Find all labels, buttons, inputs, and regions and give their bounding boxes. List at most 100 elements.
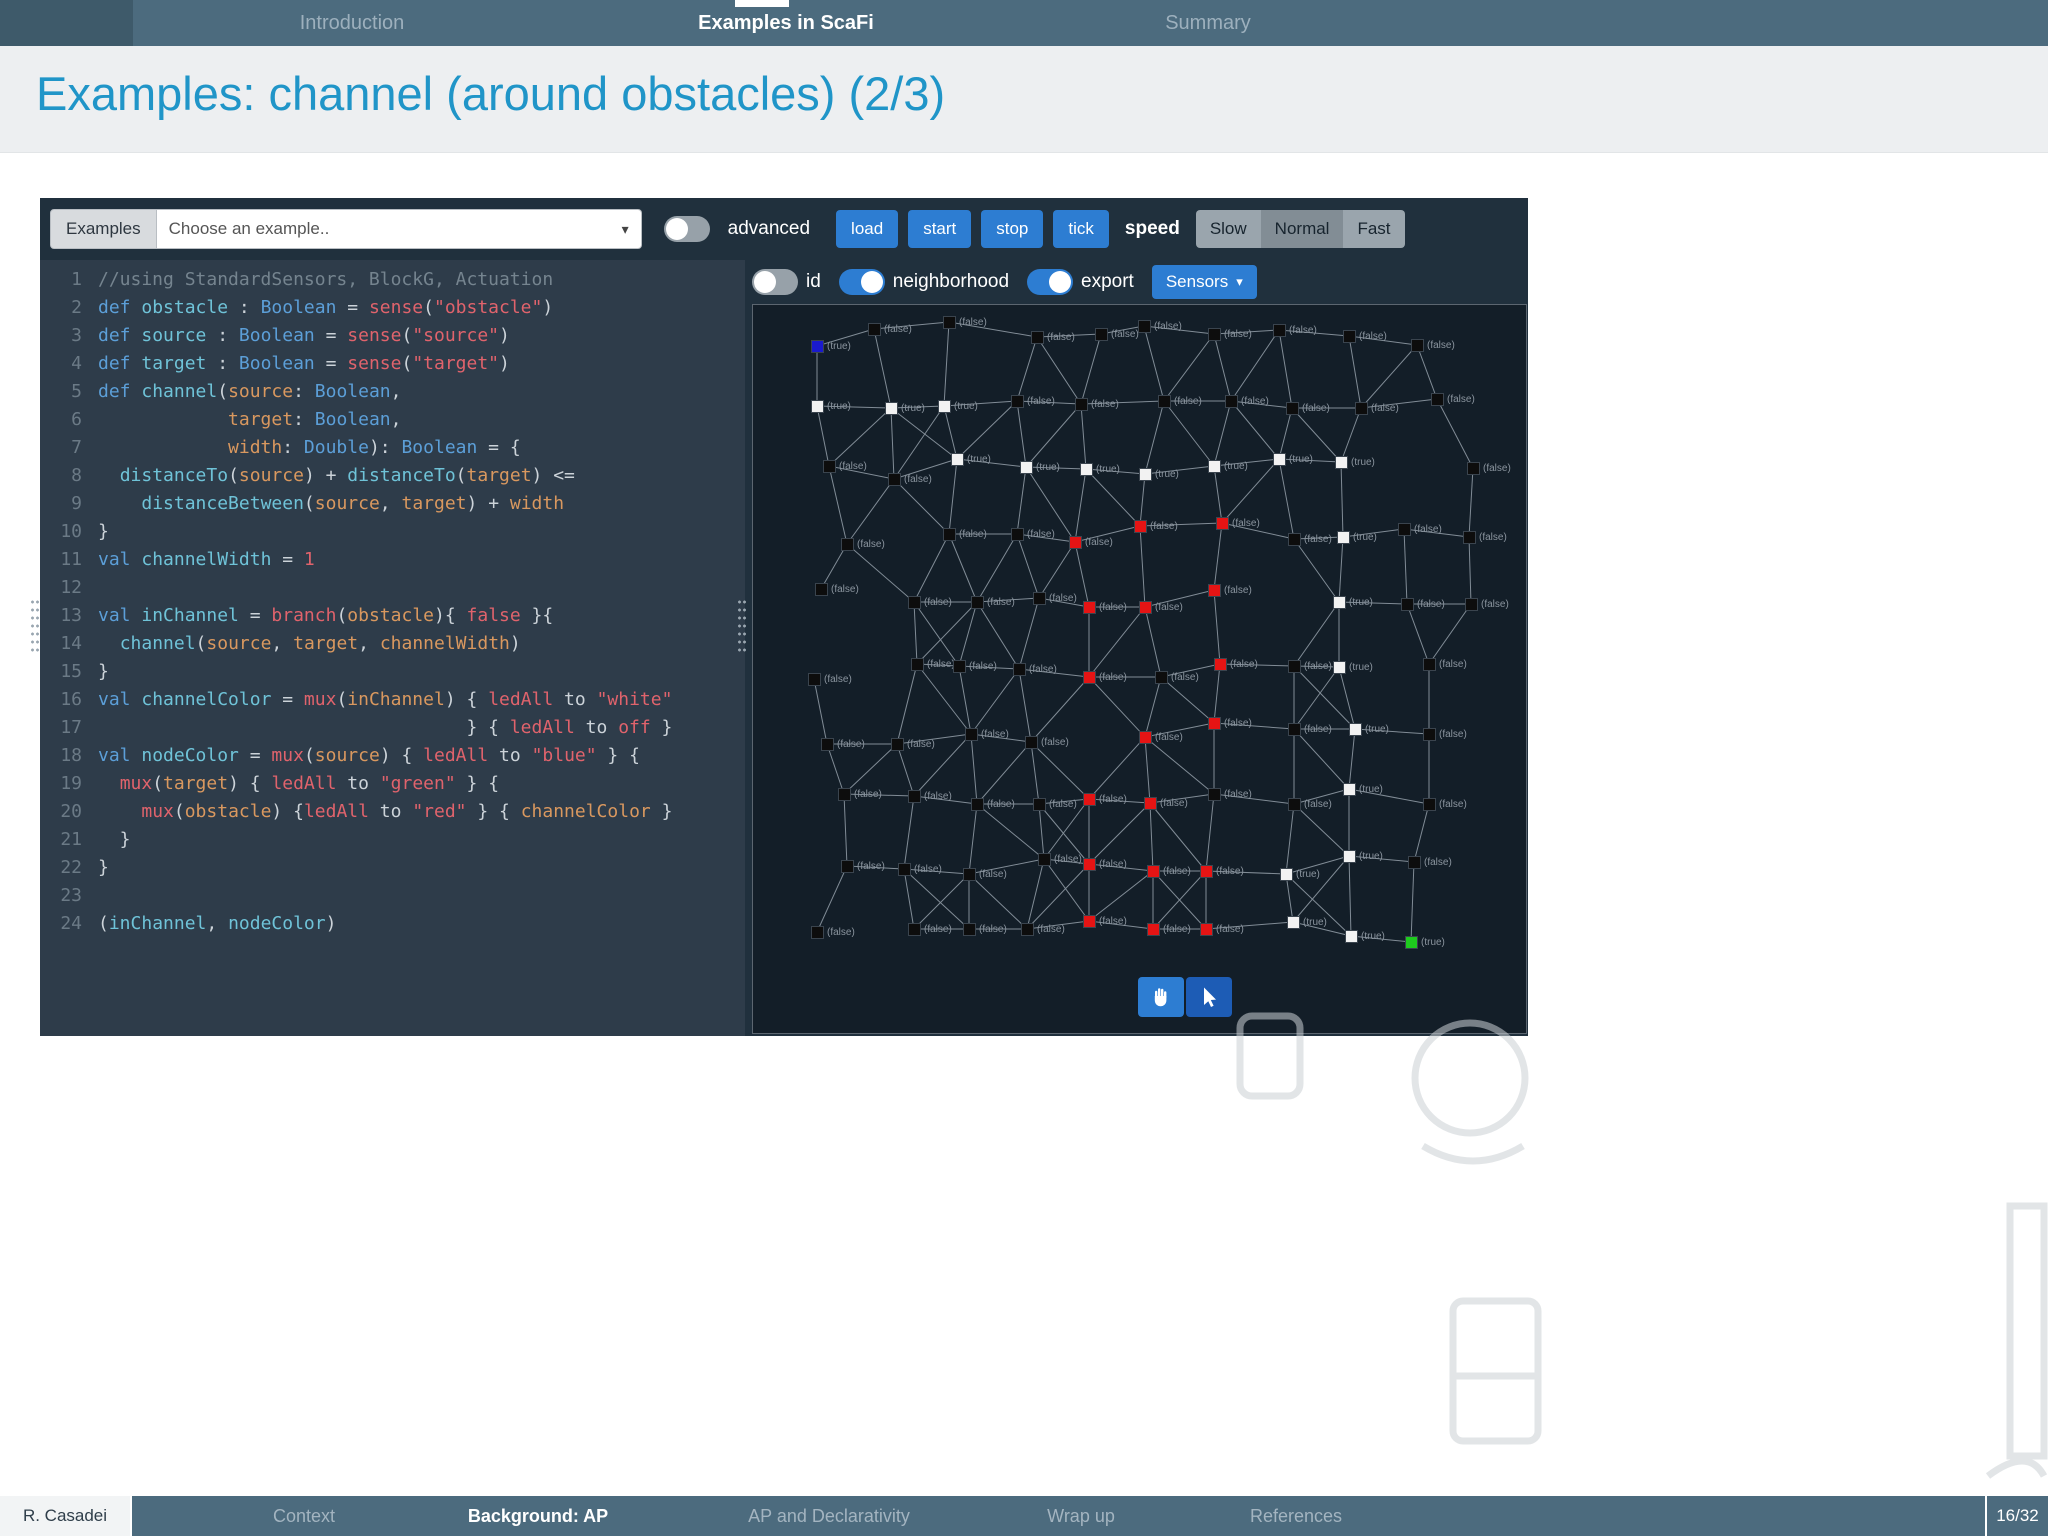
- graph-node-device[interactable]: [1286, 402, 1299, 415]
- graph-node-device[interactable]: [815, 583, 828, 596]
- sensors-dropdown-button[interactable]: Sensors ▾: [1151, 265, 1257, 299]
- graph-node-device[interactable]: [965, 728, 978, 741]
- graph-node-channel[interactable]: [1273, 453, 1286, 466]
- graph-node-obstacle[interactable]: [1208, 584, 1221, 597]
- splitter-grip-middle[interactable]: [737, 598, 747, 654]
- code-editor[interactable]: 1//using StandardSensors, BlockG, Actuat…: [40, 260, 745, 1036]
- graph-node-device[interactable]: [823, 460, 836, 473]
- graph-node-channel[interactable]: [1337, 531, 1350, 544]
- graph-node-device[interactable]: [908, 596, 921, 609]
- footer-section-references[interactable]: References: [1250, 1496, 1342, 1536]
- graph-node-device[interactable]: [1033, 592, 1046, 605]
- graph-node-device[interactable]: [971, 596, 984, 609]
- topbar-section-summary[interactable]: Summary: [1165, 0, 1251, 46]
- graph-node-device[interactable]: [868, 323, 881, 336]
- load-button[interactable]: load: [836, 210, 899, 248]
- graph-node-device[interactable]: [898, 863, 911, 876]
- graph-node-channel[interactable]: [1349, 723, 1362, 736]
- graph-node-device[interactable]: [1208, 328, 1221, 341]
- graph-node-device[interactable]: [1225, 395, 1238, 408]
- graph-node-device[interactable]: [1423, 658, 1436, 671]
- graph-node-channel[interactable]: [1020, 461, 1033, 474]
- graph-node-device[interactable]: [1288, 723, 1301, 736]
- graph-node-channel[interactable]: [938, 400, 951, 413]
- graph-node-obstacle[interactable]: [1139, 731, 1152, 744]
- graph-node-device[interactable]: [1273, 324, 1286, 337]
- footer-section-wrap-up[interactable]: Wrap up: [1047, 1496, 1115, 1536]
- graph-node-channel[interactable]: [1345, 930, 1358, 943]
- topbar-section-introduction[interactable]: Introduction: [300, 0, 405, 46]
- advanced-toggle[interactable]: [663, 216, 710, 242]
- graph-node-device[interactable]: [943, 316, 956, 329]
- graph-node-device[interactable]: [841, 860, 854, 873]
- tick-button[interactable]: tick: [1053, 210, 1109, 248]
- graph-node-device[interactable]: [1095, 328, 1108, 341]
- stop-button[interactable]: stop: [981, 210, 1044, 248]
- graph-node-obstacle[interactable]: [1200, 923, 1213, 936]
- graph-node-device[interactable]: [1011, 528, 1024, 541]
- graph-node-device[interactable]: [908, 923, 921, 936]
- graph-node-source[interactable]: [811, 340, 824, 353]
- graph-node-device[interactable]: [1288, 798, 1301, 811]
- graph-node-device[interactable]: [1013, 663, 1026, 676]
- graph-node-device[interactable]: [963, 923, 976, 936]
- graph-node-obstacle[interactable]: [1083, 793, 1096, 806]
- graph-node-device[interactable]: [1025, 736, 1038, 749]
- graph-node-device[interactable]: [891, 738, 904, 751]
- graph-node-device[interactable]: [1158, 395, 1171, 408]
- speed-fast-button[interactable]: Fast: [1343, 210, 1405, 248]
- select-pointer-button[interactable]: [1186, 977, 1232, 1017]
- graph-node-obstacle[interactable]: [1134, 520, 1147, 533]
- graph-node-obstacle[interactable]: [1144, 797, 1157, 810]
- graph-node-device[interactable]: [838, 788, 851, 801]
- graph-node-obstacle[interactable]: [1083, 671, 1096, 684]
- footer-section-background-ap[interactable]: Background: AP: [468, 1496, 608, 1536]
- graph-node-channel[interactable]: [1080, 463, 1093, 476]
- graph-node-device[interactable]: [808, 673, 821, 686]
- graph-node-device[interactable]: [1343, 330, 1356, 343]
- graph-node-obstacle[interactable]: [1147, 865, 1160, 878]
- start-button[interactable]: start: [908, 210, 972, 248]
- graph-node-device[interactable]: [1467, 462, 1480, 475]
- graph-node-device[interactable]: [1031, 331, 1044, 344]
- graph-node-device[interactable]: [841, 538, 854, 551]
- graph-node-obstacle[interactable]: [1214, 658, 1227, 671]
- graph-node-device[interactable]: [1288, 660, 1301, 673]
- graph-node-device[interactable]: [811, 926, 824, 939]
- pan-hand-button[interactable]: [1138, 977, 1184, 1017]
- footer-section-context[interactable]: Context: [273, 1496, 335, 1536]
- graph-node-device[interactable]: [963, 868, 976, 881]
- graph-node-channel[interactable]: [1333, 596, 1346, 609]
- graph-node-device[interactable]: [1423, 798, 1436, 811]
- graph-node-obstacle[interactable]: [1139, 601, 1152, 614]
- graph-node-channel[interactable]: [1139, 468, 1152, 481]
- id-toggle[interactable]: [752, 269, 798, 295]
- graph-node-channel[interactable]: [951, 453, 964, 466]
- graph-node-device[interactable]: [971, 798, 984, 811]
- footer-section-ap-and-declarativity[interactable]: AP and Declarativity: [748, 1496, 910, 1536]
- graph-node-obstacle[interactable]: [1069, 536, 1082, 549]
- graph-node-channel[interactable]: [1335, 456, 1348, 469]
- graph-node-device[interactable]: [1398, 523, 1411, 536]
- graph-node-channel[interactable]: [811, 400, 824, 413]
- graph-node-obstacle[interactable]: [1147, 923, 1160, 936]
- graph-node-device[interactable]: [1075, 398, 1088, 411]
- graph-node-obstacle[interactable]: [1083, 858, 1096, 871]
- graph-node-device[interactable]: [1021, 923, 1034, 936]
- graph-node-device[interactable]: [1155, 671, 1168, 684]
- graph-node-channel[interactable]: [1280, 868, 1293, 881]
- graph-node-device[interactable]: [943, 528, 956, 541]
- graph-node-channel[interactable]: [1208, 460, 1221, 473]
- splitter-grip-left[interactable]: [30, 598, 40, 654]
- graph-node-obstacle[interactable]: [1083, 601, 1096, 614]
- graph-node-obstacle[interactable]: [1216, 517, 1229, 530]
- graph-node-obstacle[interactable]: [1083, 915, 1096, 928]
- graph-node-device[interactable]: [1038, 853, 1051, 866]
- graph-node-device[interactable]: [821, 738, 834, 751]
- export-toggle[interactable]: [1027, 269, 1074, 295]
- graph-node-device[interactable]: [1288, 533, 1301, 546]
- graph-node-device[interactable]: [1411, 339, 1424, 352]
- graph-node-device[interactable]: [888, 473, 901, 486]
- graph-node-device[interactable]: [1408, 856, 1421, 869]
- graph-node-device[interactable]: [1011, 395, 1024, 408]
